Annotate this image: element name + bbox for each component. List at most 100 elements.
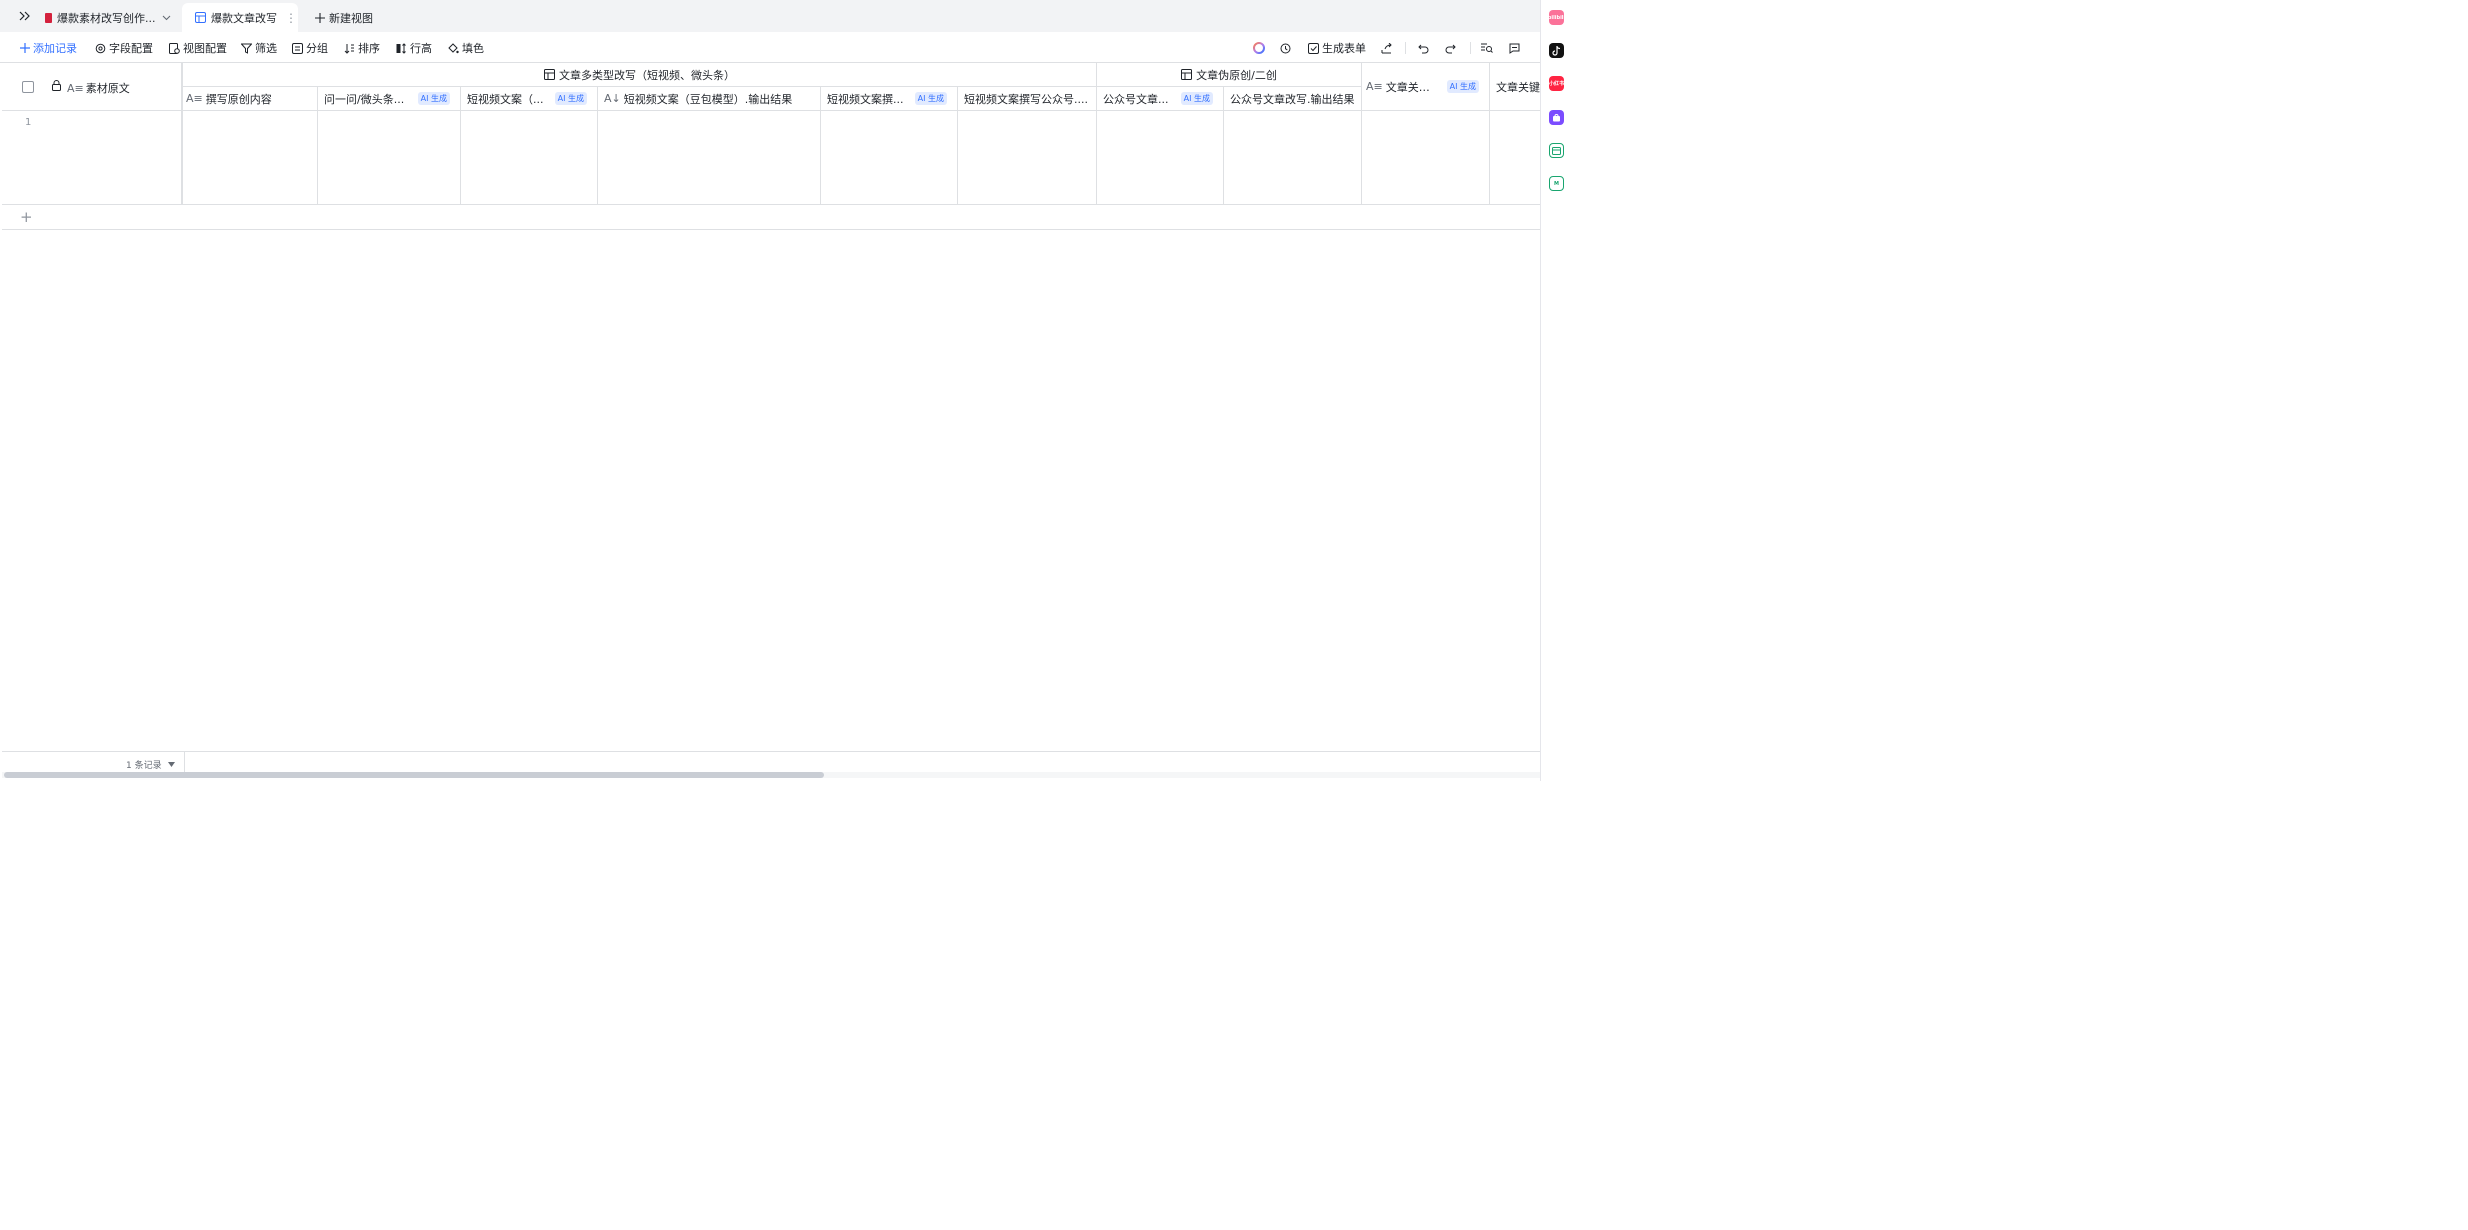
add-record-button[interactable]: 添加记录	[20, 39, 77, 57]
plus-icon	[315, 12, 325, 23]
tiktok-icon[interactable]	[1549, 43, 1564, 58]
record-count-label: 1 条记录	[126, 761, 162, 771]
app-bag-icon[interactable]	[1549, 110, 1564, 125]
row-number-cell: 1	[2, 111, 183, 205]
column-header[interactable]: A≡ 撰写原创内容	[183, 87, 318, 111]
group-button[interactable]: 分组	[292, 39, 328, 57]
column-header[interactable]: A≡ 文章关键词 AI 生成	[1362, 63, 1490, 111]
caret-down-icon	[167, 762, 175, 767]
calendar-app-icon[interactable]	[1549, 143, 1564, 158]
new-view-button[interactable]: 新建视图	[311, 3, 373, 32]
text-field-icon: A≡	[1366, 80, 1383, 93]
comments-button[interactable]	[1509, 39, 1520, 57]
add-row-button[interactable]: +	[2, 205, 1540, 230]
share-button[interactable]	[1381, 39, 1392, 57]
ai-generated-badge: AI 生成	[914, 92, 947, 105]
formula-text-icon: A↓	[604, 92, 621, 105]
table-cell[interactable]	[1490, 111, 1540, 205]
column-title: 文章关键	[1496, 80, 1540, 94]
column-title: 文章关键词	[1385, 80, 1436, 94]
paint-bucket-icon	[448, 42, 459, 53]
history-button[interactable]	[1280, 39, 1291, 57]
generate-form-label: 生成表单	[1322, 42, 1366, 55]
column-header[interactable]: 公众号文章... AI 生成	[1097, 87, 1224, 111]
tab-bar: 爆款素材改写创作... 爆款文章改写 ⋮ 新建视图	[0, 0, 1540, 32]
footer-divider	[184, 752, 185, 774]
column-header[interactable]: 文章关键	[1490, 63, 1540, 111]
bilibili-icon[interactable]: bilibili	[1548, 10, 1565, 25]
sort-label: 排序	[358, 42, 380, 55]
column-header[interactable]: 公众号文章改写.输出结果	[1224, 87, 1362, 111]
column-group-original[interactable]: 文章伪原创/二创	[1097, 63, 1362, 87]
search-button[interactable]	[1481, 39, 1493, 57]
table-cell[interactable]	[958, 111, 1097, 205]
more-icon[interactable]: ⋮	[285, 11, 297, 25]
column-title: 短视频文案撰...	[827, 92, 904, 106]
tab-active-view[interactable]: 爆款文章改写 ⋮	[182, 3, 298, 32]
filter-button[interactable]: 筛选	[241, 39, 277, 57]
base-icon	[45, 12, 52, 23]
table-cell[interactable]	[1362, 111, 1490, 205]
redo-button[interactable]	[1445, 39, 1456, 57]
column-title: 公众号文章改写.输出结果	[1230, 92, 1355, 106]
ai-generated-badge: AI 生成	[417, 92, 450, 105]
generate-form-button[interactable]: 生成表单	[1308, 39, 1366, 57]
table-cell[interactable]	[821, 111, 958, 205]
row-height-button[interactable]: 行高	[396, 39, 432, 57]
column-header[interactable]: 短视频文案（... AI 生成	[461, 87, 598, 111]
field-config-button[interactable]: 字段配置	[95, 39, 153, 57]
table-row[interactable]: 1	[2, 111, 1540, 205]
table-cell[interactable]	[318, 111, 461, 205]
grid-footer: 1 条记录	[2, 751, 1540, 781]
column-group-rewrite[interactable]: 文章多类型改写（短视频、微头条）	[183, 63, 1097, 87]
table-cell[interactable]	[1097, 111, 1224, 205]
table-cell[interactable]	[1224, 111, 1362, 205]
ai-orb-icon	[1253, 42, 1265, 54]
column-title: 短视频文案（豆包模型）.输出结果	[623, 92, 793, 106]
undo-icon	[1418, 44, 1429, 53]
row-number: 1	[25, 117, 32, 128]
column-header-source[interactable]: A≡ 素材原文	[67, 80, 130, 96]
view-config-icon	[169, 42, 180, 54]
column-title: 短视频文案撰写公众号....	[964, 92, 1088, 106]
group-title: 文章伪原创/二创	[1196, 68, 1277, 82]
fill-color-button[interactable]: 填色	[448, 39, 484, 57]
table-cell[interactable]	[598, 111, 821, 205]
ai-assistant-button[interactable]	[1253, 39, 1265, 57]
undo-button[interactable]	[1418, 39, 1429, 57]
expand-sidebar-icon[interactable]	[14, 6, 36, 26]
search-icon	[1481, 43, 1493, 53]
chevron-down-icon[interactable]	[162, 15, 171, 21]
gear-icon	[95, 43, 106, 53]
column-header[interactable]: 短视频文案撰... AI 生成	[821, 87, 958, 111]
plus-icon: +	[20, 208, 33, 226]
m-app-icon[interactable]: M	[1549, 176, 1564, 191]
view-config-label: 视图配置	[183, 42, 227, 55]
record-count[interactable]: 1 条记录	[126, 758, 175, 771]
view-config-button[interactable]: 视图配置	[169, 39, 227, 57]
xiaohongshu-icon[interactable]: 小红书	[1549, 76, 1564, 91]
select-all-checkbox[interactable]	[22, 81, 34, 93]
share-icon	[1381, 42, 1392, 53]
form-check-icon	[1308, 42, 1319, 54]
field-config-label: 字段配置	[109, 42, 153, 55]
column-header[interactable]: 短视频文案撰写公众号....	[958, 87, 1097, 111]
scrollbar-thumb[interactable]	[4, 772, 824, 778]
table-cell[interactable]	[183, 111, 318, 205]
fill-color-label: 填色	[462, 42, 484, 55]
new-view-label: 新建视图	[329, 11, 373, 25]
group-title: 文章多类型改写（短视频、微头条）	[559, 68, 735, 82]
ai-generated-badge: AI 生成	[1180, 92, 1213, 105]
tab-base[interactable]: 爆款素材改写创作...	[40, 3, 174, 32]
table-cell[interactable]	[461, 111, 598, 205]
column-header[interactable]: 问一问/微头条... AI 生成	[318, 87, 461, 111]
frozen-header: A≡ 素材原文	[2, 63, 183, 111]
comment-icon	[1509, 43, 1520, 54]
ai-generated-badge: AI 生成	[554, 92, 587, 105]
lock-icon	[52, 80, 61, 91]
horizontal-scrollbar[interactable]	[2, 772, 1540, 778]
column-header[interactable]: A↓ 短视频文案（豆包模型）.输出结果	[598, 87, 821, 111]
toolbar: 添加记录 字段配置 视图配置 筛选 分组 排序 行高 填色 生成表单	[0, 32, 1540, 63]
group-table-icon	[544, 69, 555, 80]
sort-button[interactable]: 排序	[344, 39, 380, 57]
